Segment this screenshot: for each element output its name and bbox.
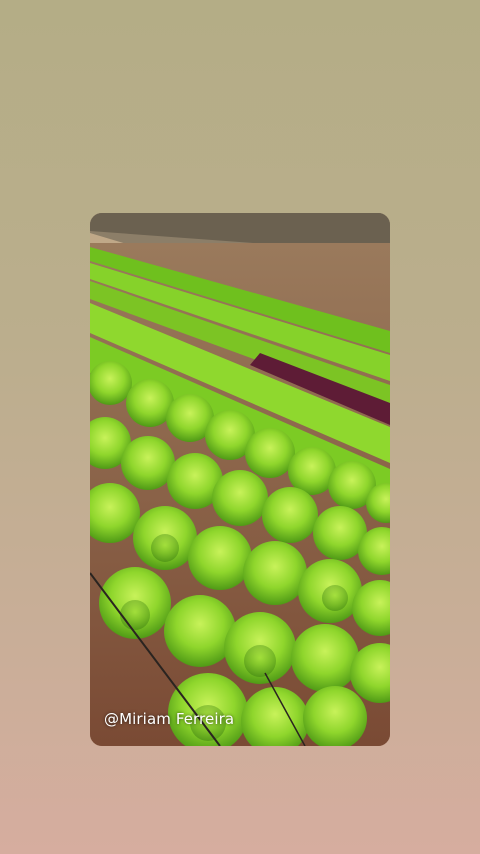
lettuce-field-photo: [90, 213, 390, 746]
story-photo-card[interactable]: @Miriam Ferreira: [90, 213, 390, 746]
author-watermark: @Miriam Ferreira: [104, 710, 235, 728]
